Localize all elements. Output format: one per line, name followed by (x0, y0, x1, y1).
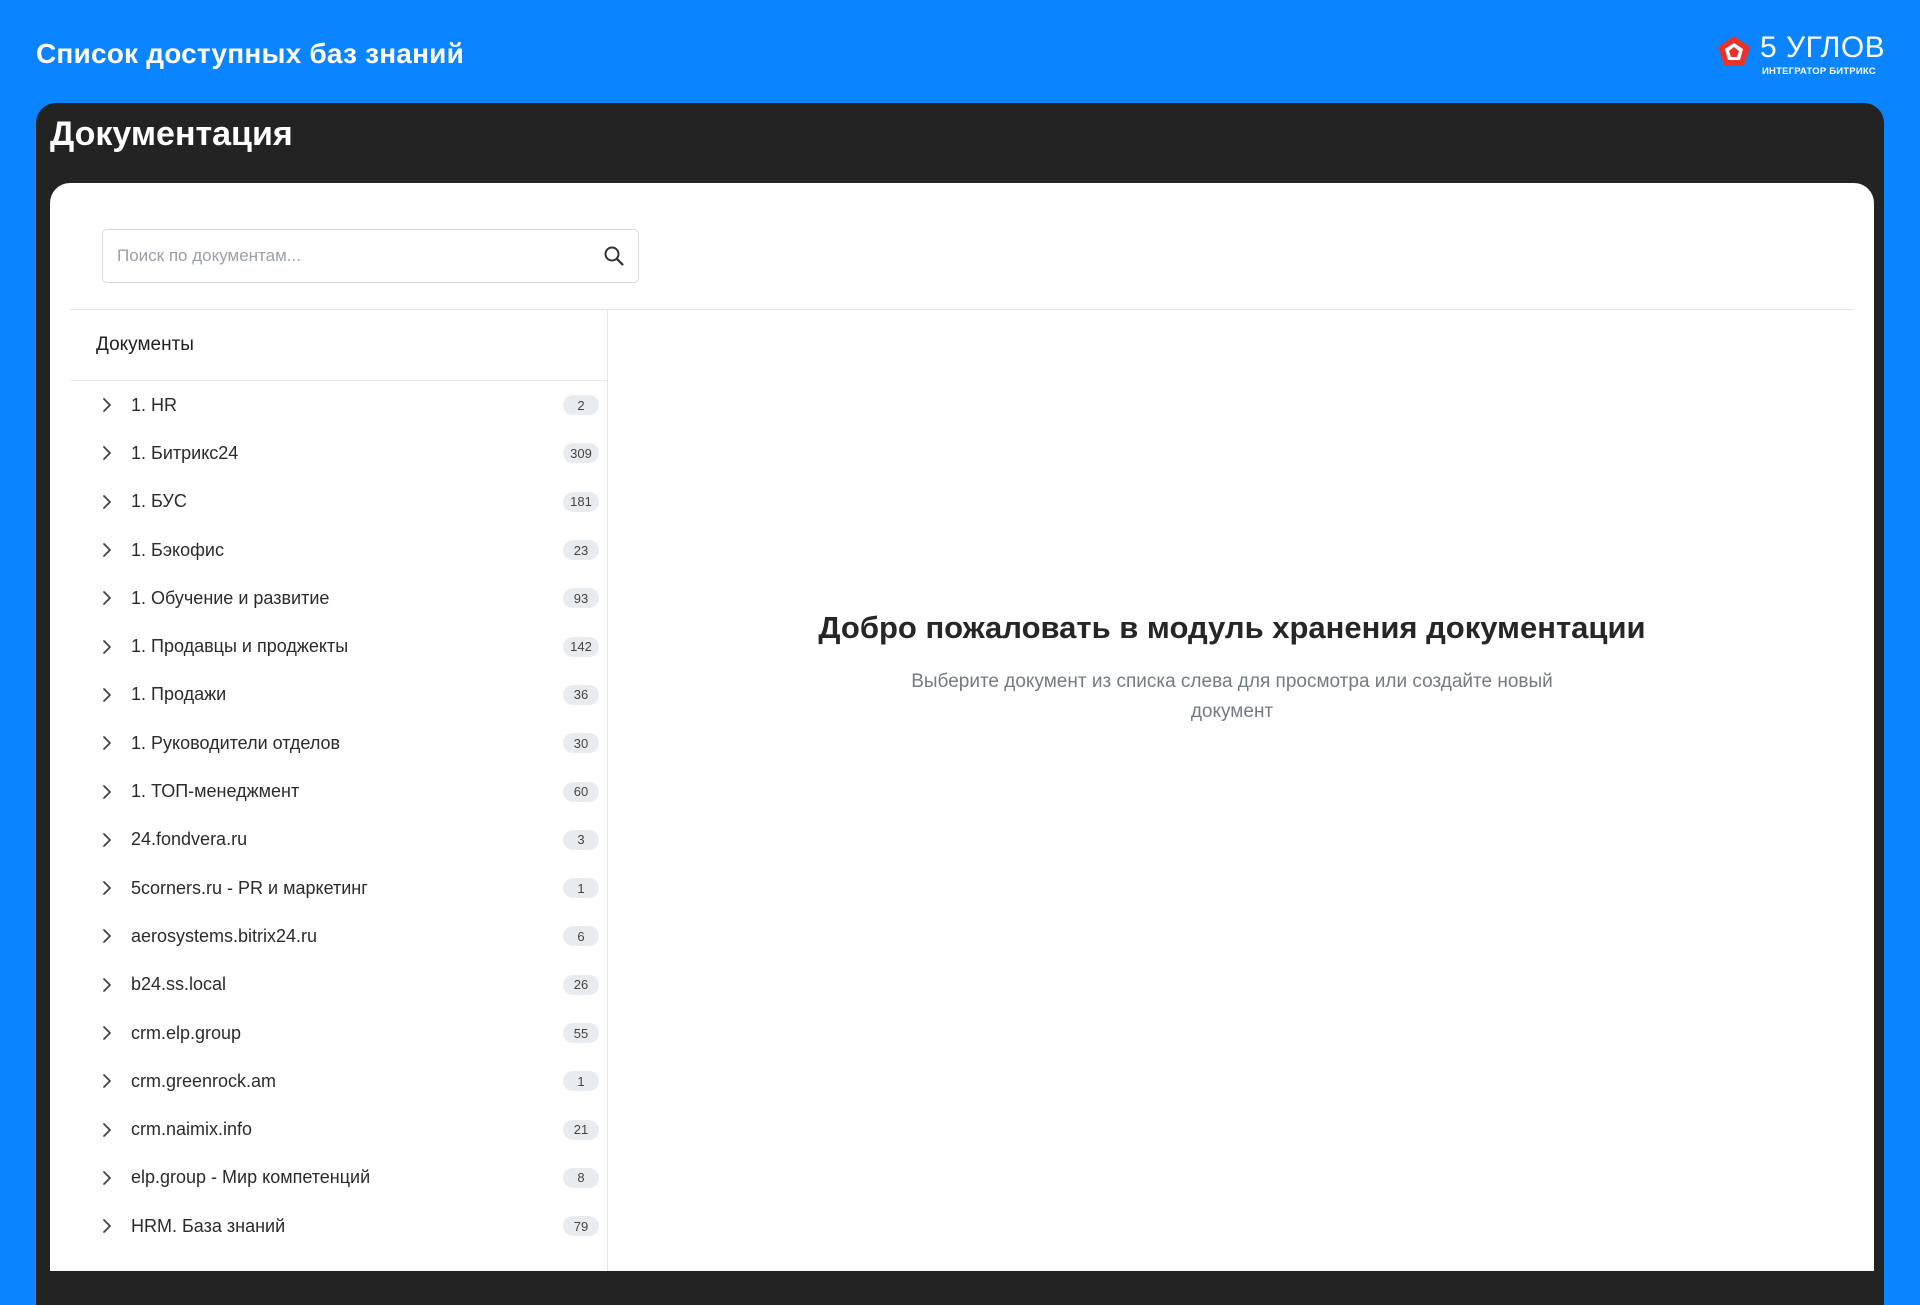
document-folder-label: 5corners.ru - PR и маркетинг (131, 877, 368, 898)
document-count-badge: 55 (563, 1023, 599, 1043)
top-bar: Список доступных баз знаний 5 УГЛОВ ИНТЕ… (0, 0, 1920, 103)
document-count-badge: 142 (563, 636, 599, 657)
app-title: Список доступных баз знаний (36, 38, 465, 69)
document-folder-item[interactable]: 1. Битрикс24 309 (70, 429, 607, 477)
document-folder-label: 1. Руководители отделов (131, 732, 341, 753)
document-folder-item[interactable]: crm.greenrock.am 1 (70, 1057, 607, 1105)
content-card: Документы 1. HR21. Битрикс243091. БУС181… (50, 183, 1874, 1271)
document-folder-label: 1. HR (131, 394, 178, 415)
document-count-badge: 181 (563, 491, 599, 512)
document-folder-label: crm.elp.group (131, 1022, 242, 1043)
logo-subtitle: ИНТЕГРАТОР БИТРИКС (1762, 66, 1876, 77)
chevron-right-icon[interactable] (100, 1024, 114, 1042)
document-folder-item[interactable]: 1. HR 2 (70, 381, 607, 429)
document-folder-item[interactable]: aerosystems.bitrix24.ru 6 (70, 912, 607, 960)
document-folder-item[interactable]: 24.fondvera.ru 3 (70, 816, 607, 864)
chevron-right-icon[interactable] (100, 783, 114, 801)
document-folder-item[interactable]: 1. Руководители отделов 30 (70, 719, 607, 767)
document-folder-item[interactable]: b24.ss.local 26 (70, 961, 607, 1009)
brand-logo[interactable]: 5 УГЛОВ ИНТЕГРАТОР БИТРИКС (1716, 30, 1886, 78)
document-count-badge: 2 (563, 395, 599, 416)
document-folder-label: 24.fondvera.ru (131, 829, 248, 850)
welcome-subtitle: Выберите документ из списка слева для пр… (882, 667, 1582, 727)
chevron-right-icon[interactable] (100, 879, 114, 897)
document-count-badge: 8 (563, 1167, 599, 1188)
document-count-badge: 30 (563, 733, 599, 754)
chevron-right-icon[interactable] (100, 396, 114, 414)
document-count-badge: 6 (563, 926, 599, 947)
welcome-subtitle-line-1: Выберите документ из списка слева для пр… (911, 671, 1553, 692)
document-count-badge: 79 (563, 1216, 599, 1237)
chevron-right-icon[interactable] (100, 1217, 114, 1235)
document-count-badge: 21 (563, 1119, 599, 1140)
document-folder-label: HRM. База знаний (131, 1215, 286, 1236)
document-folder-label: 1. Продажи (131, 684, 227, 705)
document-folder-item[interactable]: elp.group - Мир компетенций 8 (70, 1154, 607, 1202)
document-folder-label: elp.group - Мир компетенций (131, 1167, 371, 1188)
section-title: Документация (50, 115, 293, 153)
chevron-right-icon[interactable] (100, 589, 114, 607)
chevron-right-icon[interactable] (100, 444, 114, 462)
document-folder-label: 1. Бэкофис (131, 539, 224, 560)
document-folder-label: crm.naimix.info (131, 1119, 253, 1140)
chevron-right-icon[interactable] (100, 638, 114, 656)
document-folder-label: aerosystems.bitrix24.ru (131, 925, 318, 946)
document-folder-label: b24.ss.local (131, 974, 227, 995)
document-folder-item[interactable]: HRM. База знаний 79 (70, 1202, 607, 1250)
document-folder-item[interactable]: crm.elp.group 55 (70, 1009, 607, 1057)
document-folder-item[interactable]: 1. Продажи 36 (70, 671, 607, 719)
document-count-badge: 36 (563, 684, 599, 705)
chevron-right-icon[interactable] (100, 1121, 114, 1139)
chevron-right-icon[interactable] (100, 831, 114, 849)
logo-name: 5 УГЛОВ (1760, 31, 1886, 64)
documents-sidebar: Документы 1. HR 2 1. Битрикс24 309 1. БУС 181… (70, 310, 608, 1271)
welcome-panel: Добро пожаловать в модуль хранения докум… (610, 310, 1854, 1271)
chevron-right-icon[interactable] (100, 541, 114, 559)
search-icon[interactable] (602, 244, 626, 268)
search-input[interactable] (117, 230, 587, 281)
document-folder-item[interactable]: 1. Обучение и развитие 93 (70, 574, 607, 622)
chevron-right-icon[interactable] (100, 927, 114, 945)
document-count-badge: 93 (563, 588, 599, 609)
document-folder-item[interactable]: 1. Продавцы и проджекты 142 (70, 622, 607, 670)
app-frame: Список доступных баз знаний 5 УГЛОВ ИНТЕ… (0, 0, 1920, 1305)
document-count-badge: 309 (563, 443, 599, 464)
document-folder-label: 1. Обучение и развитие (131, 587, 330, 608)
chevron-right-icon[interactable] (100, 493, 114, 511)
chevron-right-icon[interactable] (100, 1169, 114, 1187)
chevron-right-icon[interactable] (100, 976, 114, 994)
document-count-badge: 26 (563, 974, 599, 995)
welcome-title: Добро пожаловать в модуль хранения докум… (818, 610, 1646, 645)
document-count-badge: 3 (563, 829, 599, 850)
document-folder-item[interactable]: 1. Бэкофис 23 (70, 526, 607, 574)
chevron-right-icon[interactable] (100, 686, 114, 704)
pentagon-logo-icon (1718, 36, 1750, 66)
document-count-badge: 23 (563, 540, 599, 561)
document-folder-item[interactable]: crm.naimix.info 21 (70, 1105, 607, 1153)
sidebar-header: Документы (70, 310, 607, 381)
welcome-subtitle-line-2: документ (1190, 701, 1274, 722)
document-folder-label: 1. ТОП-менеджмент (131, 781, 300, 802)
search-box (102, 229, 639, 283)
document-folder-item[interactable]: 1. ТОП-менеджмент 60 (70, 767, 607, 815)
document-count-badge: 60 (563, 781, 599, 802)
document-count-badge: 1 (563, 878, 599, 899)
chevron-right-icon[interactable] (100, 734, 114, 752)
document-count-badge: 1 (563, 1071, 599, 1092)
document-folder-label: 1. Продавцы и проджекты (131, 636, 349, 657)
documentation-panel: Документация Документы 1. HR 2 1. Битрикс2… (36, 103, 1884, 1305)
document-folder-label: 1. БУС (131, 491, 187, 512)
document-folder-label: crm.greenrock.am (131, 1070, 277, 1091)
chevron-right-icon[interactable] (100, 1072, 114, 1090)
document-list: 1. HR 2 1. Битрикс24 309 1. БУС 181 1. Бэкофис… (70, 381, 607, 1250)
document-folder-item[interactable]: 1. БУС 181 (70, 478, 607, 526)
document-folder-label: 1. Битрикс24 (131, 442, 239, 463)
document-folder-item[interactable]: 5corners.ru - PR и маркетинг 1 (70, 864, 607, 912)
